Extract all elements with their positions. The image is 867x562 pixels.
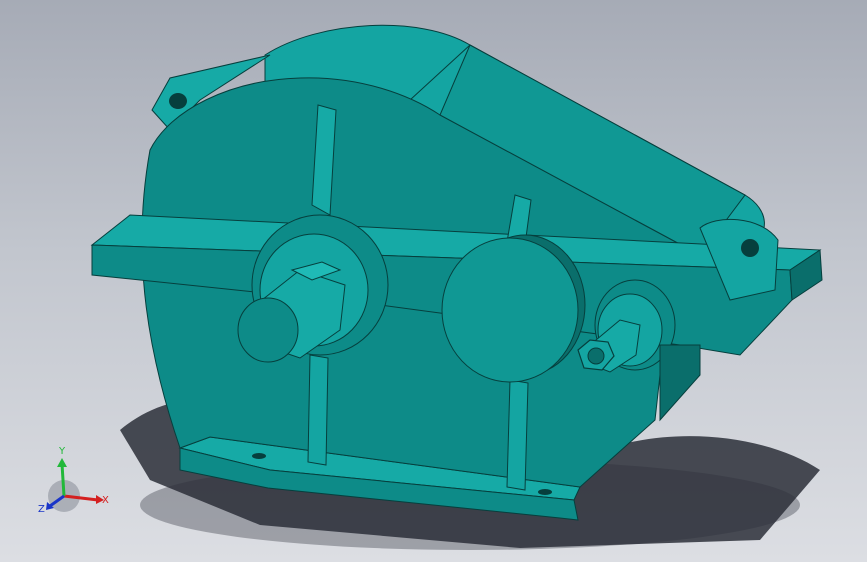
bolt-hole-left	[252, 453, 266, 459]
lug-hole-right	[741, 239, 759, 257]
bearing-cap-middle	[441, 237, 579, 383]
triad-y-label: Y	[58, 446, 66, 457]
triad-x-label: X	[102, 495, 109, 506]
coordinate-triad: X Y Z	[38, 446, 109, 515]
triad-z-label: Z	[38, 504, 45, 515]
rib-lower-middle	[506, 379, 529, 491]
housing-lower-right	[659, 344, 701, 422]
rib-lower-left	[307, 354, 329, 466]
output-shaft-end	[237, 297, 299, 363]
hex-nut-hole	[587, 347, 605, 365]
bolt-hole-right	[538, 489, 552, 495]
gear-reducer-model[interactable]	[0, 0, 867, 562]
graphics-viewport[interactable]: X Y Z	[0, 0, 867, 562]
triad-y-arrow	[57, 458, 67, 467]
lug-hole-left	[169, 93, 187, 109]
triad-y-axis	[60, 463, 66, 497]
